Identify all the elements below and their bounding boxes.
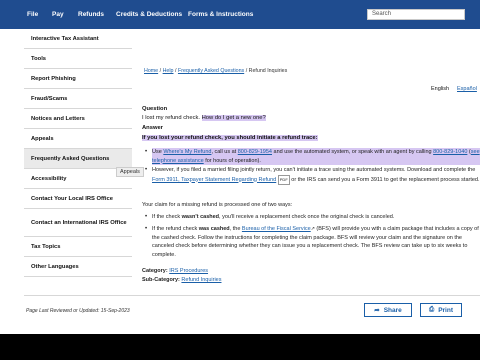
link-bureau-fiscal-service[interactable]: Bureau of the Fiscal Service [242,226,311,232]
text-span: , the [229,226,242,232]
sidebar-item-international-office[interactable]: Contact an International IRS Office [24,209,132,237]
text-span: However, if you filed a married filing j… [152,167,476,173]
breadcrumb-sep: / [174,68,177,74]
answer-label: Answer [142,125,163,131]
lang-spanish[interactable]: Español [457,86,477,92]
link-wheres-my-refund[interactable]: Where's My Refund [163,149,211,155]
text-span: If the refund check [152,226,199,232]
footer-divider [24,295,480,296]
breadcrumb-sep: / [159,68,162,74]
bullet: • [145,226,148,232]
text-bold: wasn't cashed [181,214,220,220]
nav-credits-deductions[interactable]: Credits & Deductions [116,0,182,29]
link-phone-1954[interactable]: 800-829-1954 [238,149,272,155]
sidebar-item-tax-topics[interactable]: Tax Topics [24,237,132,257]
bullet: • [145,167,148,173]
bullet: • [145,214,148,220]
sidebar-item-faq[interactable]: Frequently Asked Questions [24,149,132,169]
text-span: and use the automated system, or speak w… [272,149,434,155]
sidebar-item-notices-letters[interactable]: Notices and Letters [24,109,132,129]
text-span: , call us at [211,149,238,155]
bullet-married-jointly: However, if you filed a married filing j… [152,166,480,185]
category-row: Category: IRS Procedures [142,267,477,276]
print-icon: ⎙ [428,306,435,313]
nav-forms-instructions[interactable]: Forms & Instructions [188,0,253,29]
print-label: Print [438,306,453,314]
nav-pay[interactable]: Pay [52,0,64,29]
question-highlight: How do I get a new one? [201,115,266,121]
text-span: If the check [152,214,182,220]
sidebar-item-report-phishing[interactable]: Report Phishing [24,69,132,89]
text-span: for hours of operation). [203,157,261,164]
text-bold: was cashed [198,226,230,232]
sidebar-item-tools[interactable]: Tools [24,49,132,69]
breadcrumb-help[interactable]: Help [163,68,174,74]
nav-refunds[interactable]: Refunds [78,0,104,29]
pdf-badge: PDF [277,174,290,185]
lang-english[interactable]: English [431,86,449,92]
breadcrumb-current: Refund Inquiries [248,68,288,74]
question-label: Question [142,106,168,112]
text-span: Use [152,149,164,155]
category-link[interactable]: IRS Procedures [169,268,208,274]
bullet-cashed: If the refund check was cashed, the Bure… [152,225,480,259]
breadcrumb-sep: / [245,68,248,74]
breadcrumb-faq[interactable]: Frequently Asked Questions [178,68,244,74]
sidebar-item-local-office[interactable]: Contact Your Local IRS Office [24,189,132,209]
share-label: Share [383,306,402,314]
search-placeholder: Search [372,11,392,17]
share-icon: ➦ [374,307,380,314]
search-input[interactable]: Search [367,9,465,20]
bullet-refund-trace: Use Where's My Refund, call us at 800-82… [152,148,480,165]
sidebar-item-appeals[interactable]: Appeals [24,129,132,149]
sidebar-item-other-languages[interactable]: Other Languages [24,257,132,277]
question-text: I lost my refund check. How do I get a n… [142,115,266,121]
bullet: • [145,149,148,155]
answer-intro: If you lost your refund check, you shoul… [142,135,318,141]
last-reviewed: Page Last Reviewed or Updated: 15-Sep-20… [26,308,130,314]
sidebar-item-fraud-scams[interactable]: Fraud/Scams [24,89,132,109]
breadcrumb: Home / Help / Frequently Asked Questions… [144,68,287,74]
top-navigation: File Pay Refunds Credits & Deductions Fo… [0,0,480,29]
question-body: I lost my refund check. [142,115,200,121]
bullet-not-cashed: If the check wasn't cashed, you'll recei… [152,213,480,222]
sidebar: Interactive Tax Assistant Tools Report P… [24,29,132,277]
text-span: or the IRS can send you a Form 3911 to g… [289,176,480,183]
subcategory-label: Sub-Category: [142,277,180,283]
ways-text: Your claim for a missing refund is proce… [142,202,293,208]
print-button[interactable]: ⎙ Print [420,303,462,317]
category-label: Category: [142,268,168,274]
sidebar-item-interactive-tax-assistant[interactable]: Interactive Tax Assistant [24,29,132,49]
text-span: , you'll receive a replacement check onc… [219,214,395,220]
link-phone-1040[interactable]: 800-829-1040 [433,149,467,155]
tooltip: Appeals [116,167,144,177]
nav-file[interactable]: File [27,0,38,29]
subcategory-row: Sub-Category: Refund Inquiries [142,276,477,285]
subcategory-link[interactable]: Refund Inquiries [181,277,221,283]
link-form-3911[interactable]: Form 3911, Taxpayer Statement Regarding … [152,177,276,183]
breadcrumb-home[interactable]: Home [144,68,158,74]
share-button[interactable]: ➦ Share [364,303,412,317]
